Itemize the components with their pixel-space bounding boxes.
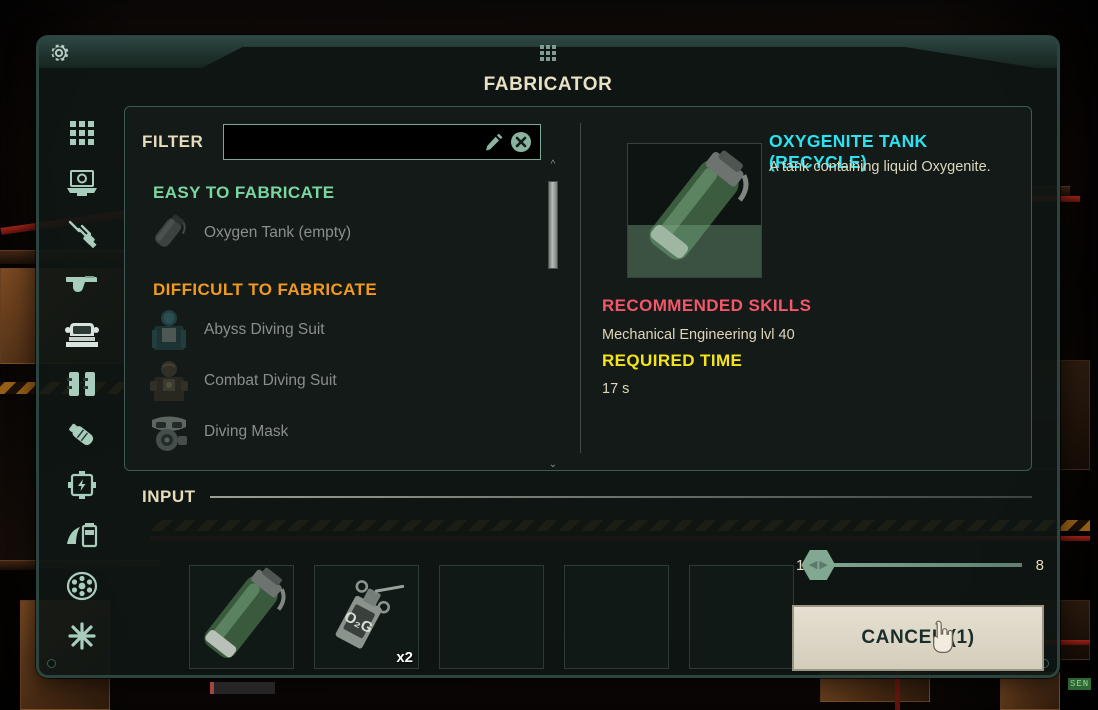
item-condition-bar xyxy=(210,682,275,694)
window-titlebar[interactable] xyxy=(39,36,1057,70)
recipe-list-pane: FILTER EASY TO FABRICATE Oxygen Tank (em… xyxy=(125,107,580,470)
syringe-medical-icon xyxy=(68,220,97,248)
grid-all-items-icon xyxy=(70,121,94,146)
filter-row: FILTER xyxy=(142,123,580,161)
category-sidebar xyxy=(51,86,113,661)
input-slot-5[interactable] xyxy=(689,565,794,669)
chevron-up-icon[interactable]: ^ xyxy=(548,160,558,170)
oxygenite-tank-icon xyxy=(204,567,286,658)
list-item[interactable]: Oxygen Tank (empty) xyxy=(142,207,580,258)
oxygen-tank-icon xyxy=(146,210,192,256)
sidebar-item-weapons[interactable] xyxy=(59,259,105,309)
input-section-header: INPUT xyxy=(142,483,1032,511)
list-item-label: Diving Mask xyxy=(204,422,289,440)
drag-handle-icon[interactable] xyxy=(540,45,556,61)
gear-icon[interactable] xyxy=(46,40,72,66)
sidebar-item-machine-parts[interactable] xyxy=(59,560,105,610)
electrical-device-icon xyxy=(67,170,97,197)
wheel-valve-icon xyxy=(66,571,98,600)
search-input[interactable] xyxy=(224,125,485,159)
scrollbar-thumb[interactable] xyxy=(548,181,558,269)
cancel-button[interactable]: CANCEL (1) xyxy=(792,605,1044,671)
cancel-button-label: CANCEL (1) xyxy=(861,627,975,648)
list-item[interactable]: Diving Mask xyxy=(142,406,580,457)
page-title: FABRICATOR xyxy=(483,74,613,95)
sidebar-item-diving[interactable] xyxy=(59,309,105,359)
sidebar-item-all[interactable] xyxy=(59,108,105,158)
slider-knob[interactable]: ◀ ▶ xyxy=(801,550,836,580)
item-detail-pane: OXYGENITE TANK (RECYCLE) A tank containi… xyxy=(597,123,1017,463)
tank-bottle-icon xyxy=(69,423,94,445)
sidebar-item-medical[interactable] xyxy=(59,209,105,259)
item-description: A tank containing liquid Oxygenite. xyxy=(769,159,991,175)
pane-divider xyxy=(580,123,581,453)
list-item-label: Combat Diving Suit xyxy=(204,371,337,389)
combat-diving-suit-icon xyxy=(146,358,192,404)
recipe-list-scrollbar[interactable]: ^ ⌄ xyxy=(548,160,558,470)
diving-helmet-icon xyxy=(65,323,99,348)
bg-led-label: SEN xyxy=(1068,678,1092,690)
input-slot-4[interactable] xyxy=(564,565,669,669)
plant-jar-icon xyxy=(67,523,98,548)
asterisk-misc-icon xyxy=(68,622,96,650)
list-item[interactable]: Abyss Diving Suit xyxy=(142,304,580,355)
left-arrow-icon: ◀ xyxy=(808,558,818,571)
recommended-skills-text: Mechanical Engineering lvl 40 xyxy=(602,327,795,343)
diving-mask-icon xyxy=(146,409,192,455)
sidebar-item-electrical[interactable] xyxy=(59,158,105,208)
search-input-box[interactable] xyxy=(223,124,542,160)
list-item-label: Oxygen Tank (empty) xyxy=(204,223,352,241)
pencil-icon[interactable] xyxy=(484,132,504,152)
sidebar-item-misc[interactable] xyxy=(59,611,105,661)
input-slot-1[interactable] xyxy=(189,565,294,669)
input-slot-2[interactable]: O₂G x2 xyxy=(314,565,419,669)
list-item-label: Abyss Diving Suit xyxy=(204,320,325,338)
battery-power-icon xyxy=(68,470,96,499)
clear-circle-x-icon[interactable] xyxy=(510,131,532,153)
pistol-weapon-icon xyxy=(66,275,97,292)
filter-label: FILTER xyxy=(142,132,204,151)
preview-highlight-overlay xyxy=(628,225,761,277)
input-label: INPUT xyxy=(142,487,196,506)
item-preview xyxy=(627,143,762,278)
sidebar-item-power[interactable] xyxy=(59,460,105,510)
recommended-skills-heading: RECOMMENDED SKILLS xyxy=(602,296,812,315)
amount-slider[interactable]: 1 ◀ ▶ 8 xyxy=(796,550,1044,580)
slot-count-badge: x2 xyxy=(396,649,413,666)
ammo-canisters-icon xyxy=(67,372,95,397)
category-heading-easy: EASY TO FABRICATE xyxy=(153,183,335,202)
abyss-diving-suit-icon xyxy=(146,307,192,353)
list-item[interactable]: Combat Diving Suit xyxy=(142,355,580,406)
fabricator-window: FABRICATOR FILTER EASY TO FABRICATE Oxyg… xyxy=(36,35,1060,694)
chevron-down-icon[interactable]: ⌄ xyxy=(548,460,558,470)
slider-max-label: 8 xyxy=(1035,556,1044,574)
sidebar-item-ammunition[interactable] xyxy=(59,359,105,409)
fabricator-content-card: FILTER EASY TO FABRICATE Oxygen Tank (em… xyxy=(124,106,1032,471)
input-divider-rule xyxy=(209,496,1032,498)
sidebar-item-botany[interactable] xyxy=(59,510,105,560)
sidebar-item-tanks[interactable] xyxy=(59,410,105,460)
slider-track[interactable]: ◀ ▶ xyxy=(801,550,1022,580)
right-arrow-icon: ▶ xyxy=(819,558,828,571)
input-slots: O₂G x2 xyxy=(189,565,794,669)
required-time-text: 17 s xyxy=(602,381,630,397)
required-time-heading: REQUIRED TIME xyxy=(602,351,743,370)
input-slot-3[interactable] xyxy=(439,565,544,669)
category-heading-difficult: DIFFICULT TO FABRICATE xyxy=(153,280,378,299)
